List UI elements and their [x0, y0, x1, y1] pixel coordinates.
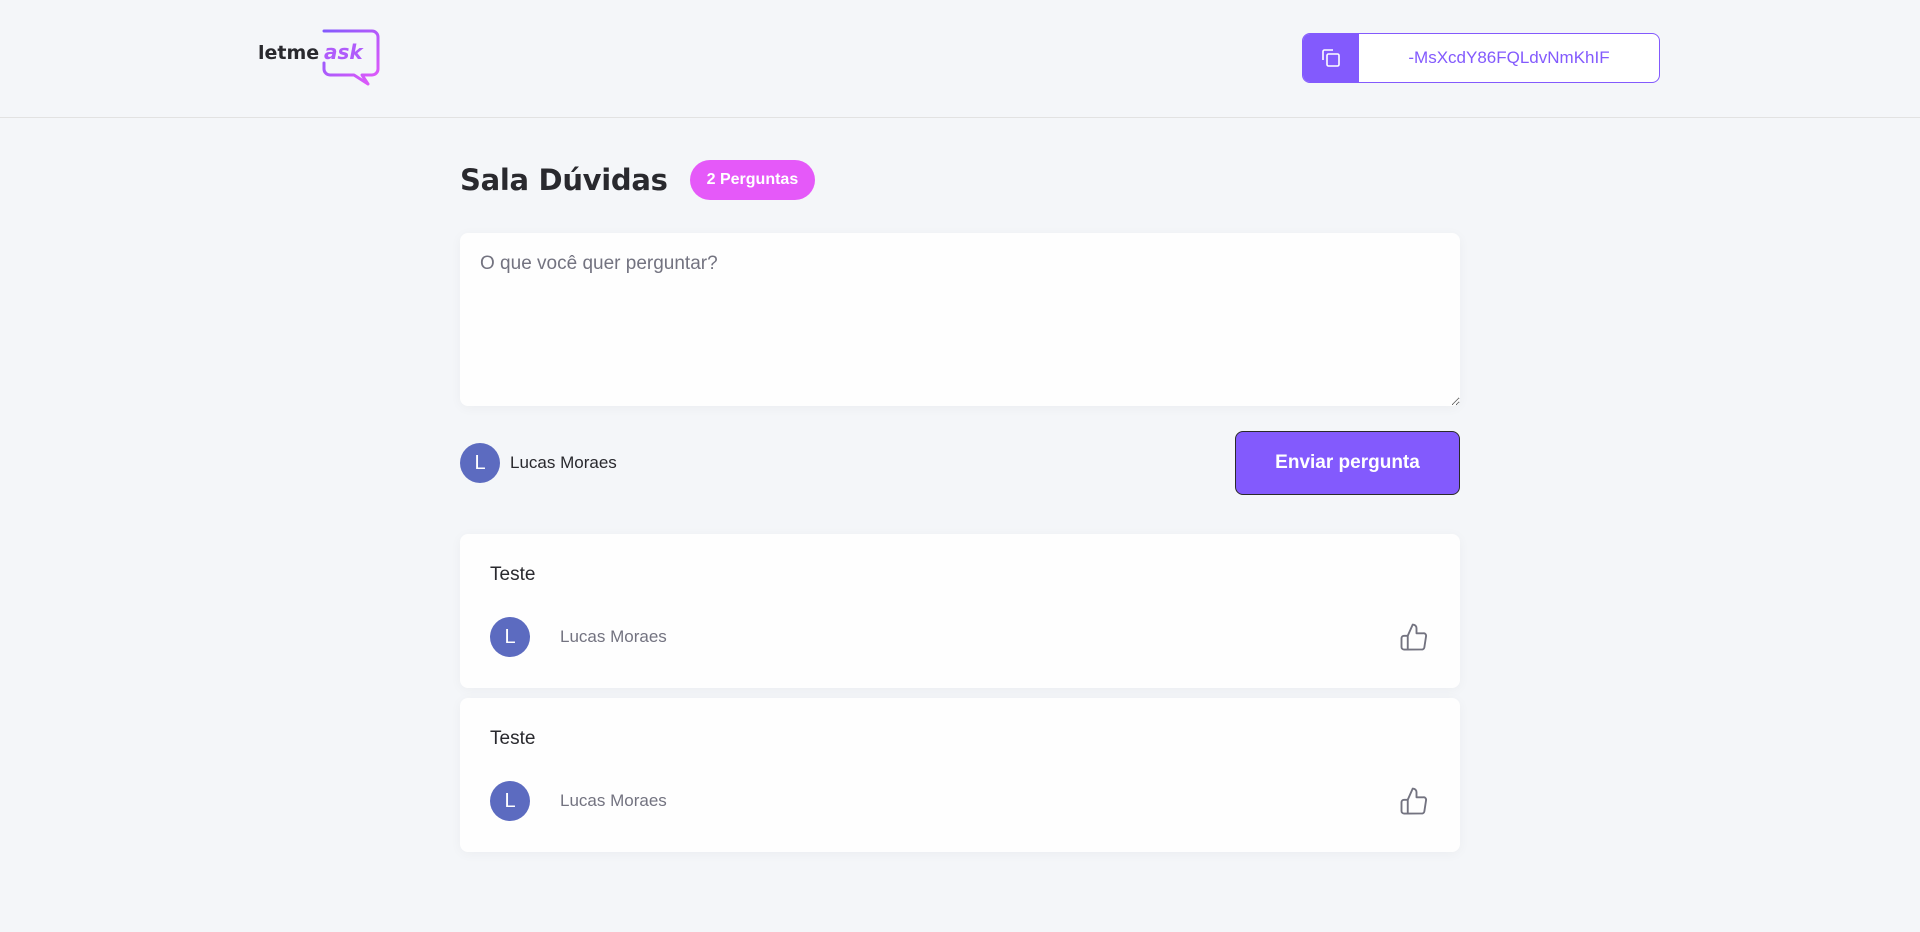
- current-user-info: L Lucas Moraes: [460, 443, 617, 483]
- question-list: Teste L Lucas Moraes Teste L Lucas Morae…: [460, 534, 1460, 862]
- letmeask-logo[interactable]: letme ask: [258, 29, 380, 87]
- question-author-name: Lucas Moraes: [560, 791, 667, 810]
- question-count-badge: 2 Perguntas: [689, 160, 816, 200]
- app-header: letme ask -MsXcdY86FQLdvNmKhIF: [0, 0, 1920, 118]
- question-card: Teste L Lucas Moraes: [460, 698, 1460, 852]
- room-title: Sala Dúvidas: [460, 163, 668, 197]
- question-author-name: Lucas Moraes: [560, 627, 667, 646]
- room-code-button[interactable]: -MsXcdY86FQLdvNmKhIF: [1302, 33, 1660, 83]
- like-button[interactable]: [1398, 621, 1430, 653]
- logo-text-letme: letme: [258, 42, 319, 64]
- question-author: L Lucas Moraes: [490, 781, 1430, 821]
- logo-text-ask: ask: [324, 40, 364, 64]
- current-user-name: Lucas Moraes: [510, 453, 617, 472]
- copy-icon[interactable]: [1303, 34, 1359, 82]
- question-textarea[interactable]: [460, 233, 1460, 406]
- question-content: Teste: [490, 564, 536, 585]
- question-content: Teste: [490, 728, 536, 749]
- thumbs-up-icon: [1400, 623, 1428, 651]
- send-question-button[interactable]: Enviar pergunta: [1235, 431, 1460, 495]
- question-form-footer: L Lucas Moraes Enviar pergunta: [460, 431, 1460, 495]
- avatar: L: [490, 781, 530, 821]
- avatar: L: [460, 443, 500, 483]
- question-footer: L Lucas Moraes: [490, 617, 1430, 657]
- room-title-row: Sala Dúvidas 2 Perguntas: [460, 160, 816, 200]
- avatar: L: [490, 617, 530, 657]
- question-footer: L Lucas Moraes: [490, 781, 1430, 821]
- question-author: L Lucas Moraes: [490, 617, 1430, 657]
- question-card: Teste L Lucas Moraes: [460, 534, 1460, 688]
- thumbs-up-icon: [1400, 787, 1428, 815]
- room-code-text: -MsXcdY86FQLdvNmKhIF: [1408, 48, 1610, 67]
- like-button[interactable]: [1398, 785, 1430, 817]
